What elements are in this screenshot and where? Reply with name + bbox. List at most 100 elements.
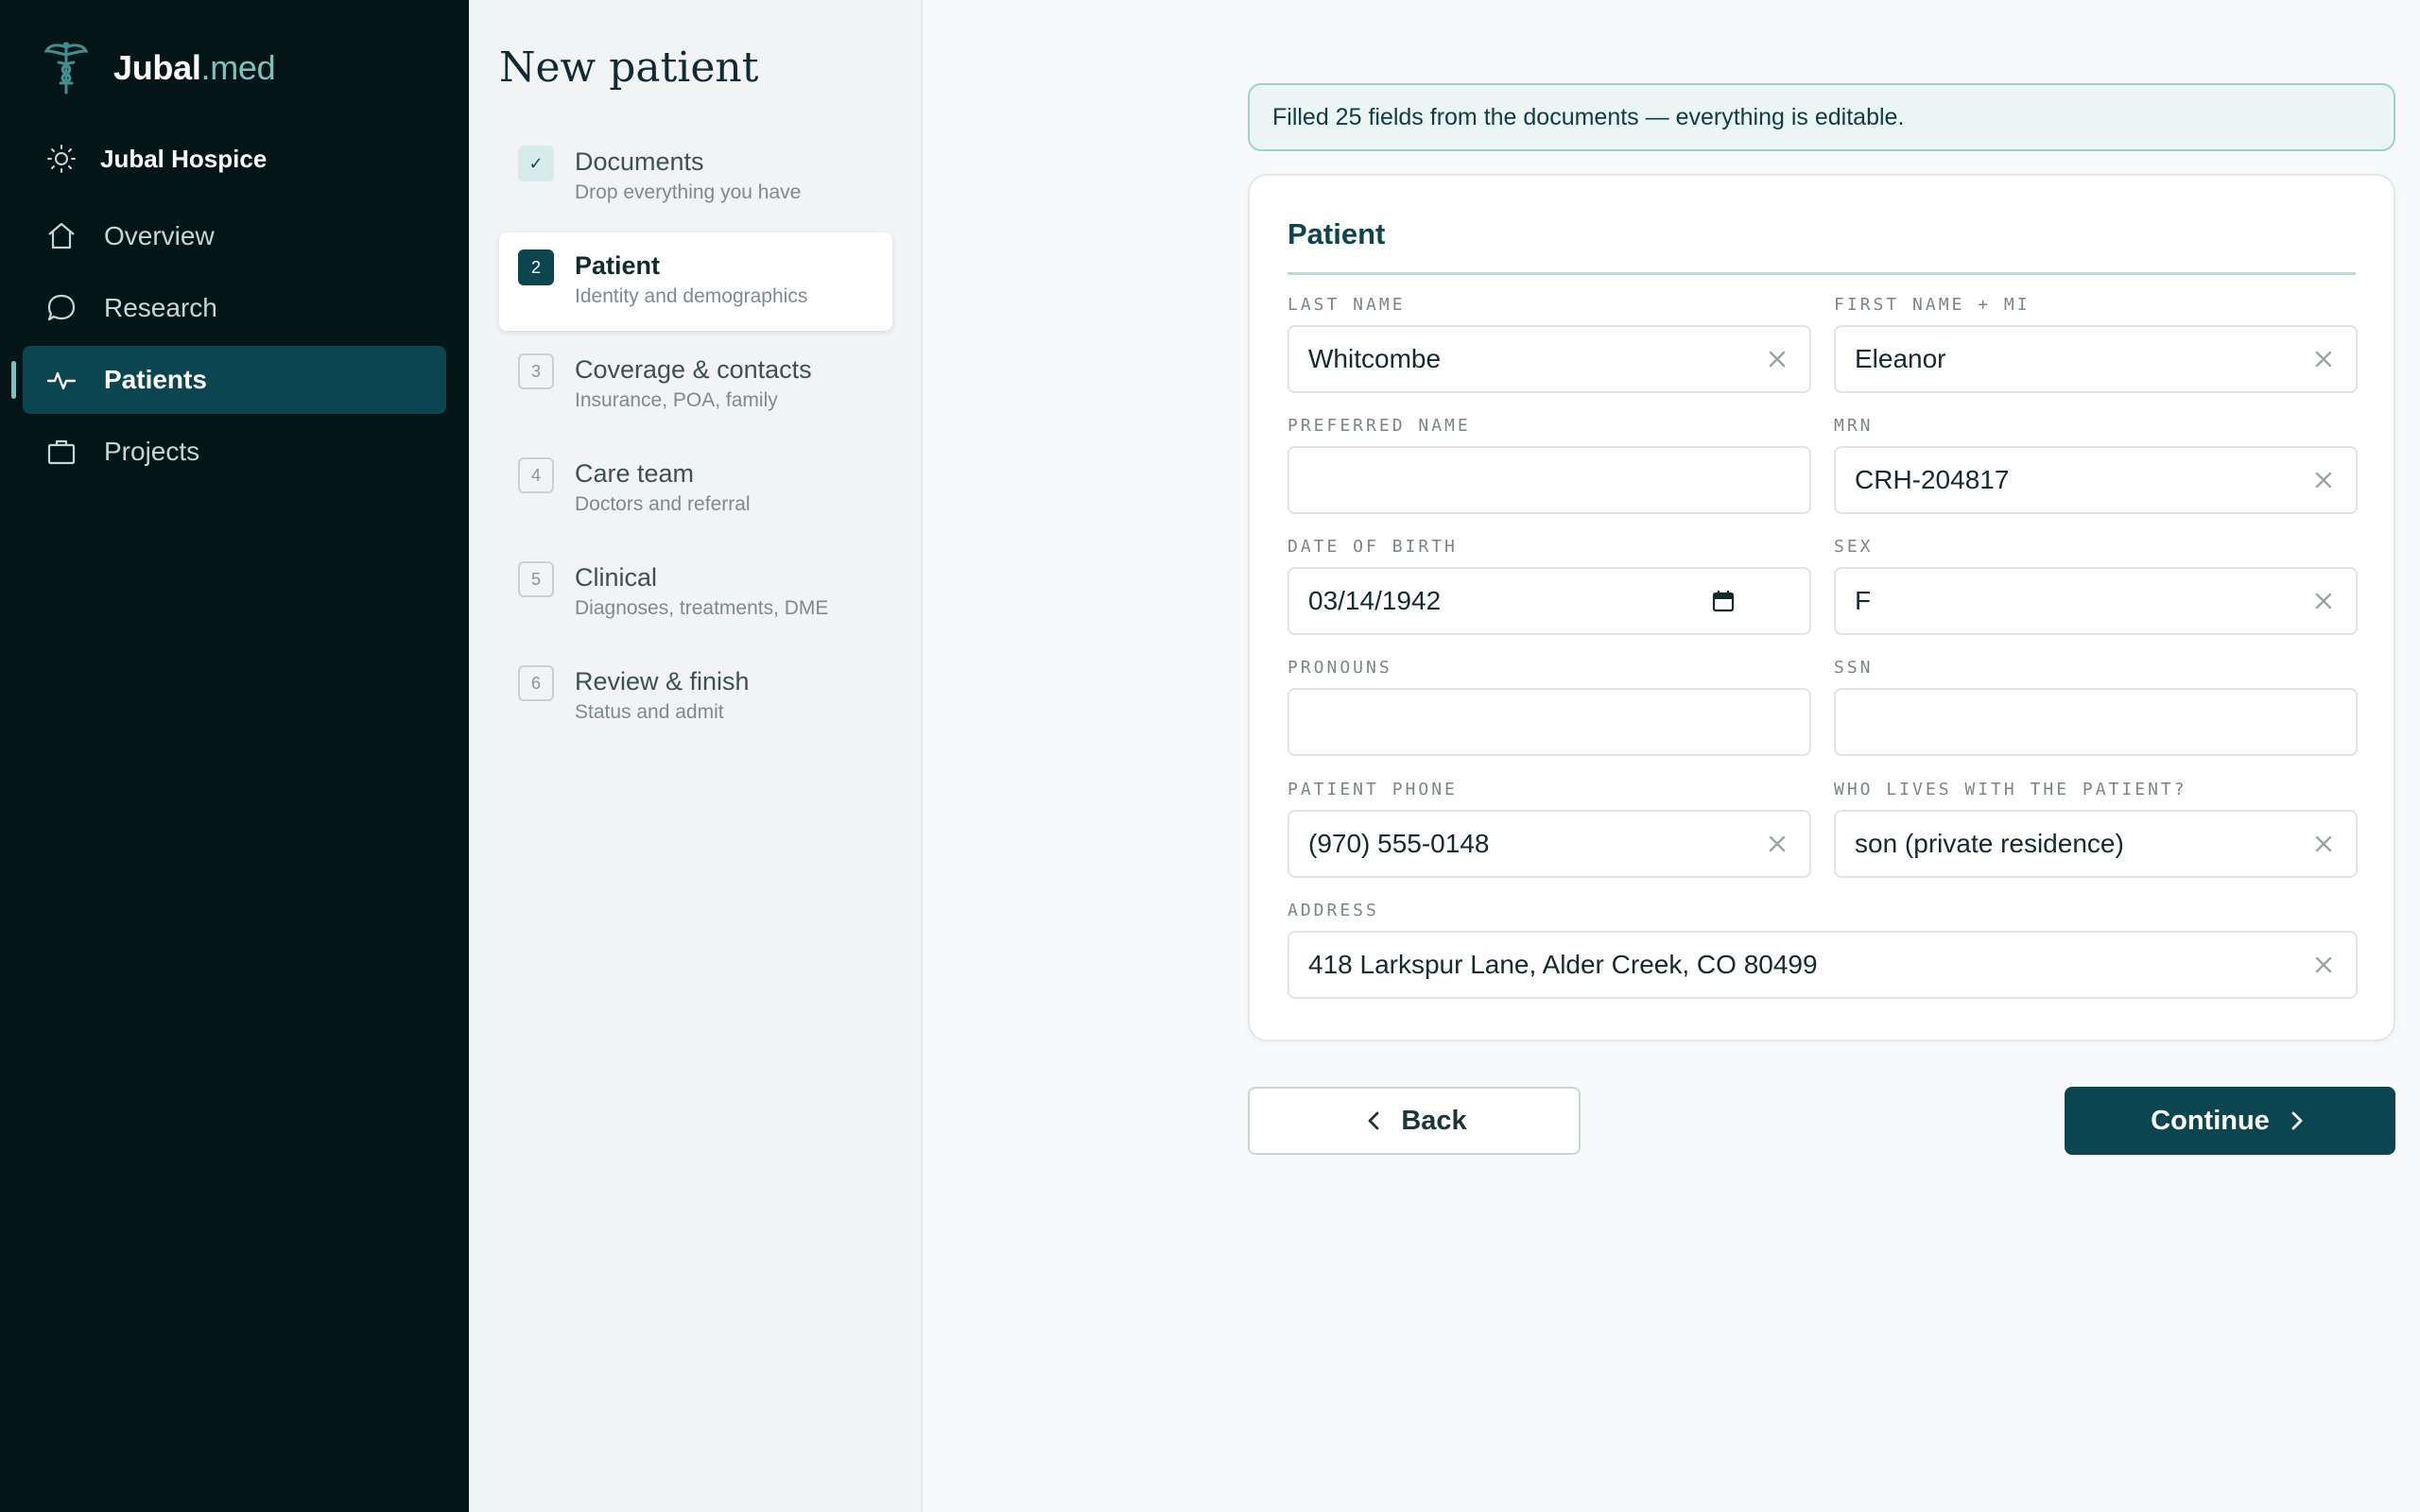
brand[interactable]: Jubal.med: [43, 40, 276, 96]
step-review-finish[interactable]: 6 Review & finish Status and admit: [499, 648, 892, 747]
page-title: New patient: [499, 43, 759, 92]
continue-button[interactable]: Continue: [2065, 1087, 2395, 1155]
home-icon: [48, 222, 75, 249]
calendar-icon[interactable]: [1711, 589, 1736, 613]
nav-label: Projects: [104, 437, 200, 466]
nav-label: Overview: [104, 221, 215, 250]
date-of-birth-field: DATE OF BIRTH 03/14/1942: [1288, 535, 1811, 635]
nav-item-projects[interactable]: Projects: [23, 418, 446, 486]
pulse-icon: [46, 371, 77, 390]
patient-phone-field: PATIENT PHONE (970) 555-0148: [1288, 778, 1811, 878]
lives-with-field: WHO LIVES WITH THE PATIENT? son (private…: [1834, 778, 2358, 878]
back-button-label: Back: [1401, 1105, 1467, 1136]
step-number: 2: [518, 249, 554, 285]
brand-name: Jubal.med: [113, 48, 276, 87]
clear-icon[interactable]: [2310, 467, 2337, 493]
clear-icon[interactable]: [2310, 952, 2337, 978]
step-subtitle: Drop everything you have: [575, 181, 802, 203]
sex-input[interactable]: F: [1834, 567, 2358, 635]
field-label: WHO LIVES WITH THE PATIENT?: [1834, 780, 2187, 799]
preferred-name-input[interactable]: [1288, 446, 1811, 514]
step-clinical[interactable]: 5 Clinical Diagnoses, treatments, DME: [499, 544, 892, 643]
caduceus-icon: [43, 42, 89, 94]
mrn-field: MRN CRH-204817: [1834, 414, 2358, 514]
patient-form-card: Patient LAST NAME Whitcombe FIRST NAME +…: [1248, 174, 2395, 1041]
step-subtitle: Identity and demographics: [575, 285, 808, 307]
step-documents[interactable]: ✓ Documents Drop everything you have: [499, 129, 892, 227]
step-care-team[interactable]: 4 Care team Doctors and referral: [499, 440, 892, 539]
nav-label: Patients: [104, 365, 207, 394]
step-subtitle: Doctors and referral: [575, 493, 751, 515]
pronouns-field: PRONOUNS: [1288, 656, 1811, 756]
field-label: SEX: [1834, 537, 1874, 557]
sun-icon: [47, 145, 76, 173]
step-number: 4: [518, 457, 554, 493]
step-coverage-contacts[interactable]: 3 Coverage & contacts Insurance, POA, fa…: [499, 336, 892, 435]
field-label: LAST NAME: [1288, 295, 1406, 315]
address-input[interactable]: 418 Larkspur Lane, Alder Creek, CO 80499: [1288, 931, 2358, 999]
step-list: ✓ Documents Drop everything you have 2 P…: [499, 129, 892, 752]
step-number: 6: [518, 665, 554, 701]
field-label: ADDRESS: [1288, 901, 1379, 920]
clear-icon[interactable]: [1764, 831, 1790, 857]
clear-icon[interactable]: [2310, 346, 2337, 372]
first-name-field: FIRST NAME + MI Eleanor: [1834, 293, 2358, 393]
field-value: (970) 555-0148: [1308, 829, 1490, 858]
sidebar: Jubal.med Jubal Hospice Overview Researc…: [0, 0, 469, 1512]
step-patient[interactable]: 2 Patient Identity and demographics: [499, 232, 892, 331]
nav-label: Research: [104, 293, 217, 322]
field-label: DATE OF BIRTH: [1288, 537, 1458, 557]
ssn-input[interactable]: [1834, 688, 2358, 756]
back-button[interactable]: Back: [1248, 1087, 1581, 1155]
first-name-input[interactable]: Eleanor: [1834, 325, 2358, 393]
last-name-input[interactable]: Whitcombe: [1288, 325, 1811, 393]
field-value: Eleanor: [1855, 344, 1946, 373]
mrn-input[interactable]: CRH-204817: [1834, 446, 2358, 514]
step-label: Clinical: [575, 563, 658, 592]
field-label: MRN: [1834, 416, 1874, 436]
chevron-right-icon: [2291, 1111, 2303, 1130]
chat-bubble-icon: [47, 294, 76, 321]
autofill-notice: Filled 25 fields from the documents — ev…: [1248, 83, 2395, 151]
pronouns-input[interactable]: [1288, 688, 1811, 756]
field-value: 03/14/1942: [1308, 586, 1442, 615]
nav-item-overview[interactable]: Overview: [23, 202, 446, 270]
wizard-steps-panel: New patient ✓ Documents Drop everything …: [469, 0, 923, 1512]
chevron-left-icon: [1368, 1111, 1379, 1130]
field-value: Whitcombe: [1308, 344, 1442, 373]
nav-item-patients[interactable]: Patients: [11, 346, 446, 414]
step-label: Coverage & contacts: [575, 355, 812, 384]
last-name-field: LAST NAME Whitcombe: [1288, 293, 1811, 393]
field-label: PATIENT PHONE: [1288, 780, 1458, 799]
step-number: 3: [518, 353, 554, 389]
date-of-birth-input[interactable]: 03/14/1942: [1288, 567, 1811, 635]
preferred-name-field: PREFERRED NAME: [1288, 414, 1811, 514]
step-subtitle: Diagnoses, treatments, DME: [575, 597, 829, 619]
step-subtitle: Insurance, POA, family: [575, 389, 778, 411]
patient-phone-input[interactable]: (970) 555-0148: [1288, 810, 1811, 878]
field-value: CRH-204817: [1855, 465, 2010, 494]
step-number: 5: [518, 561, 554, 597]
org-name: Jubal Hospice: [100, 144, 268, 173]
step-check-icon: ✓: [518, 146, 554, 181]
field-value: F: [1855, 586, 1872, 615]
sex-field: SEX F: [1834, 535, 2358, 635]
field-value: son (private residence): [1855, 829, 2124, 858]
clear-icon[interactable]: [2310, 588, 2337, 614]
address-field: ADDRESS 418 Larkspur Lane, Alder Creek, …: [1288, 899, 2358, 999]
lives-with-input[interactable]: son (private residence): [1834, 810, 2358, 878]
step-subtitle: Status and admit: [575, 701, 724, 723]
continue-button-label: Continue: [2151, 1105, 2270, 1136]
field-value: 418 Larkspur Lane, Alder Creek, CO 80499: [1308, 950, 1818, 979]
main-nav: Overview Research Patients Projects: [11, 202, 446, 490]
clear-icon[interactable]: [1764, 346, 1790, 372]
ssn-field: SSN: [1834, 656, 2358, 756]
step-label: Documents: [575, 147, 704, 176]
briefcase-icon: [47, 439, 76, 465]
clear-icon[interactable]: [2310, 831, 2337, 857]
nav-item-research[interactable]: Research: [23, 274, 446, 342]
field-label: FIRST NAME + MI: [1834, 295, 2031, 315]
org-switcher[interactable]: Jubal Hospice: [45, 142, 267, 176]
field-label: PRONOUNS: [1288, 658, 1392, 678]
form-section-title: Patient: [1288, 217, 1386, 250]
